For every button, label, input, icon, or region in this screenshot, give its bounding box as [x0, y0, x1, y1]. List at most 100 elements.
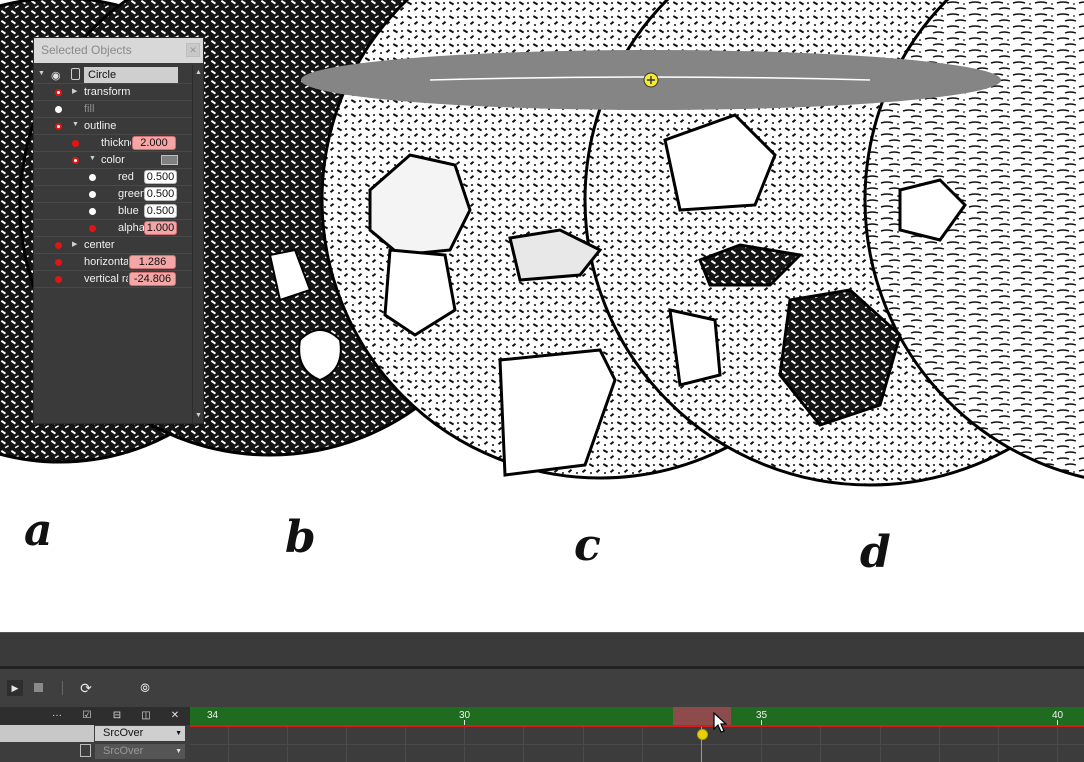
tree-row-object[interactable]: ▼ ◉ Circle — [34, 67, 194, 84]
mouse-pointer-icon — [713, 712, 727, 733]
object-name-field[interactable]: Circle — [84, 67, 178, 83]
frame-line — [464, 727, 465, 762]
tree-row-vertical-radius[interactable]: vertical radius -24.806 — [34, 271, 194, 288]
panel-title-bar[interactable]: Selected Objects ✕ — [34, 38, 203, 63]
layer-row[interactable]: SrcOver ▼ — [0, 725, 190, 743]
thickness-input[interactable]: 2.000 — [132, 136, 176, 150]
animation-toggle[interactable] — [72, 140, 79, 147]
row-label: center — [84, 239, 115, 251]
animation-toggle[interactable] — [55, 259, 62, 266]
frame-line — [939, 727, 940, 762]
animation-toggle[interactable] — [89, 191, 96, 198]
tree-row-green[interactable]: green 0.500 — [34, 186, 194, 203]
close-icon[interactable]: ✕ — [186, 43, 200, 57]
plate-label-d: d — [860, 527, 891, 578]
row-label: green — [118, 188, 144, 200]
object-name: Circle — [88, 69, 117, 81]
frame-line — [583, 727, 584, 762]
animation-toggle[interactable] — [55, 276, 62, 283]
tree-row-transform[interactable]: ▶ transform — [34, 84, 194, 101]
ruler-label: 34 — [207, 710, 219, 721]
row-label: alpha — [118, 222, 144, 234]
frame-line — [761, 727, 762, 762]
tree-row-outline[interactable]: ▼ outline — [34, 118, 194, 135]
selected-objects-panel: Selected Objects ✕ ▼ ◉ Circle ▶ transfor… — [33, 37, 204, 424]
blue-input[interactable]: 0.500 — [144, 204, 177, 218]
tree-row-thickness[interactable]: thickness 2.000 — [34, 135, 194, 152]
tree-row-alpha[interactable]: alpha 1.000 — [34, 220, 194, 237]
plate-label-b: b — [285, 512, 316, 563]
tree-row-fill[interactable]: fill — [34, 101, 194, 118]
row-label: fill — [84, 103, 95, 115]
horizontal-radius-input[interactable]: 1.286 — [129, 255, 176, 269]
edit-icon[interactable]: ☑ — [80, 709, 94, 723]
close-icon[interactable]: ✕ — [168, 709, 182, 723]
tree-row-center[interactable]: ▶ center — [34, 237, 194, 254]
green-input[interactable]: 0.500 — [144, 187, 177, 201]
frame-line — [1057, 727, 1058, 762]
chevron-down-icon[interactable]: ▼ — [72, 121, 79, 128]
stop-icon[interactable] — [30, 680, 46, 696]
alpha-input[interactable]: 1.000 — [144, 221, 177, 235]
row-label: outline — [84, 120, 117, 132]
chevron-right-icon[interactable]: ▶ — [72, 240, 77, 248]
frame-line — [405, 727, 406, 762]
animation-toggle[interactable] — [55, 89, 62, 96]
layer-name-field[interactable] — [0, 743, 94, 760]
plate-label-c: c — [574, 520, 601, 571]
scroll-down-icon[interactable]: ▼ — [194, 411, 203, 420]
eye-icon[interactable]: ◉ — [51, 69, 61, 82]
frame-line — [998, 727, 999, 762]
more-icon[interactable]: ··· — [50, 709, 64, 723]
blend-mode-value: SrcOver — [103, 745, 144, 757]
layer-thumbnail-icon — [80, 744, 91, 757]
frame-line — [523, 727, 524, 762]
animation-toggle[interactable] — [89, 174, 96, 181]
layer-name-field[interactable] — [0, 725, 94, 742]
time-ruler[interactable]: 34 30 35 40 — [190, 707, 1084, 725]
layer-row[interactable]: SrcOver ▼ — [0, 743, 190, 761]
panel-scrollbar[interactable]: ▲ ▼ — [192, 65, 203, 423]
row-label: color — [101, 154, 125, 166]
blend-mode-select[interactable]: SrcOver ▼ — [95, 744, 185, 759]
frame-line — [880, 727, 881, 762]
red-input[interactable]: 0.500 — [144, 170, 177, 184]
lock-icon[interactable] — [71, 68, 80, 80]
vertical-radius-input[interactable]: -24.806 — [129, 272, 176, 286]
animation-toggle[interactable] — [55, 123, 62, 130]
onion-skin-icon[interactable]: ⦾ — [137, 680, 153, 696]
keyframe-marker[interactable] — [697, 729, 708, 740]
play-icon[interactable]: ▶ — [7, 680, 23, 696]
tree-row-horizontal-radius[interactable]: horizontal radius 1.286 — [34, 254, 194, 271]
keyframe-grid[interactable] — [190, 727, 1084, 762]
tree-row-blue[interactable]: blue 0.500 — [34, 203, 194, 220]
columns-icon[interactable]: ◫ — [139, 709, 153, 723]
plate-label-a: a — [24, 505, 53, 556]
loop-icon[interactable]: ⟳ — [78, 680, 94, 696]
animation-toggle[interactable] — [55, 106, 62, 113]
animation-toggle[interactable] — [55, 242, 62, 249]
animation-toggle[interactable] — [72, 157, 79, 164]
row-label: horizontal radius — [84, 256, 128, 268]
chevron-down-icon: ▼ — [175, 748, 182, 755]
tree-row-color[interactable]: ▼ color — [34, 152, 194, 169]
chevron-down-icon[interactable]: ▼ — [38, 70, 45, 77]
chevron-right-icon[interactable]: ▶ — [72, 87, 77, 95]
blend-mode-select[interactable]: SrcOver ▼ — [95, 726, 185, 741]
animation-toggle[interactable] — [89, 208, 96, 215]
row-label: blue — [118, 205, 139, 217]
layer-list: SrcOver ▼ SrcOver ▼ — [0, 725, 190, 762]
collapse-icon[interactable]: ⊟ — [110, 709, 124, 723]
frame-line — [228, 727, 229, 762]
color-swatch[interactable] — [161, 155, 178, 165]
toolbar-separator — [62, 681, 63, 695]
frame-line — [820, 727, 821, 762]
chevron-down-icon: ▼ — [175, 730, 182, 737]
row-label: vertical radius — [84, 273, 128, 285]
panel-title: Selected Objects — [41, 43, 132, 57]
blend-mode-value: SrcOver — [103, 727, 144, 739]
chevron-down-icon[interactable]: ▼ — [89, 155, 96, 162]
tree-row-red[interactable]: red 0.500 — [34, 169, 194, 186]
animation-toggle[interactable] — [89, 225, 96, 232]
scroll-up-icon[interactable]: ▲ — [194, 68, 203, 77]
